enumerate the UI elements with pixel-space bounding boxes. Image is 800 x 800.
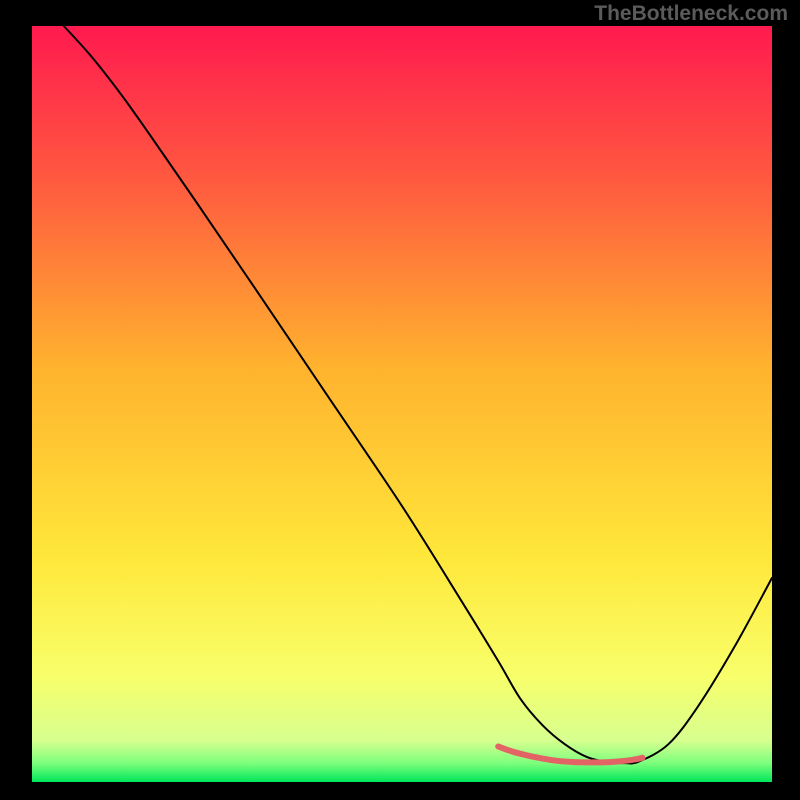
plot-background xyxy=(32,26,772,782)
chart-frame: TheBottleneck.com xyxy=(0,0,800,800)
bottleneck-chart xyxy=(0,0,800,800)
watermark-text: TheBottleneck.com xyxy=(594,2,788,26)
